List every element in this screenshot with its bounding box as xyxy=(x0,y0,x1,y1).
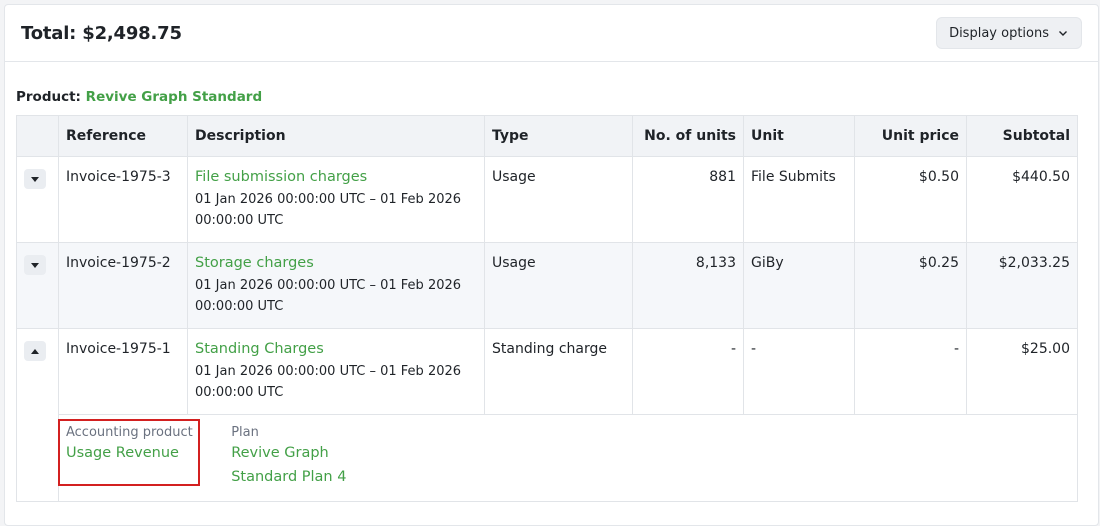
card-header: Total: $2,498.75 Display options xyxy=(5,5,1098,62)
unit-cell: GiBy xyxy=(743,242,855,329)
expand-row-button[interactable] xyxy=(24,169,46,189)
reference-cell: Invoice-1975-3 xyxy=(58,156,188,243)
unit-price-cell: - xyxy=(854,328,967,415)
unit-cell: - xyxy=(743,328,855,415)
units-cell: - xyxy=(632,328,744,415)
caret-down-icon xyxy=(31,262,39,268)
plan-label: Plan xyxy=(231,425,259,440)
billing-period: 01 Jan 2026 00:00:00 UTC – 01 Feb 2026 0… xyxy=(195,364,462,400)
unit-cell: File Submits xyxy=(743,156,855,243)
billing-period: 01 Jan 2026 00:00:00 UTC – 01 Feb 2026 0… xyxy=(195,278,462,314)
table-header-row: Reference Description Type No. of units … xyxy=(16,115,1078,157)
type-cell: Usage xyxy=(484,156,633,243)
chevron-down-icon xyxy=(1059,31,1067,36)
expand-row-button[interactable] xyxy=(24,255,46,275)
detail-spacer xyxy=(16,414,59,502)
subtotal-cell: $2,033.25 xyxy=(966,242,1078,329)
description-cell: Storage charges 01 Jan 2026 00:00:00 UTC… xyxy=(187,242,485,329)
subtotal-cell: $25.00 xyxy=(966,328,1078,415)
subtotal-cell: $440.50 xyxy=(966,156,1078,243)
col-units: No. of units xyxy=(632,115,744,157)
caret-up-icon xyxy=(31,348,39,354)
col-unit: Unit xyxy=(743,115,855,157)
col-description: Description xyxy=(187,115,485,157)
type-cell: Usage xyxy=(484,242,633,329)
description-link[interactable]: Standing Charges xyxy=(195,341,477,357)
col-unit-price: Unit price xyxy=(854,115,967,157)
product-name-link[interactable]: Revive Graph Standard xyxy=(86,89,262,105)
toggle-cell xyxy=(16,156,59,243)
display-options-button[interactable]: Display options xyxy=(936,17,1082,49)
table-row: Invoice-1975-1 Standing Charges 01 Jan 2… xyxy=(16,328,1078,415)
display-options-label: Display options xyxy=(949,25,1049,41)
highlight-box xyxy=(58,419,200,486)
description-link[interactable]: File submission charges xyxy=(195,169,477,185)
col-type: Type xyxy=(484,115,633,157)
table-row: Invoice-1975-3 File submission charges 0… xyxy=(16,156,1078,243)
unit-price-cell: $0.50 xyxy=(854,156,967,243)
toggle-cell xyxy=(16,328,59,415)
type-cell: Standing charge xyxy=(484,328,633,415)
table-row: Invoice-1975-2 Storage charges 01 Jan 20… xyxy=(16,242,1078,329)
col-toggle xyxy=(16,115,59,157)
product-label: Product: xyxy=(16,89,81,105)
description-link[interactable]: Storage charges xyxy=(195,255,477,271)
col-reference: Reference xyxy=(58,115,188,157)
detail-content: Accounting product Usage Revenue Plan Re… xyxy=(58,414,1078,502)
caret-down-icon xyxy=(31,176,39,182)
units-cell: 8,133 xyxy=(632,242,744,329)
total-amount: Total: $2,498.75 xyxy=(21,22,182,44)
units-cell: 881 xyxy=(632,156,744,243)
col-subtotal: Subtotal xyxy=(966,115,1078,157)
product-heading: Product: Revive Graph Standard xyxy=(16,89,262,105)
toggle-cell xyxy=(16,242,59,329)
reference-cell: Invoice-1975-2 xyxy=(58,242,188,329)
billing-period: 01 Jan 2026 00:00:00 UTC – 01 Feb 2026 0… xyxy=(195,192,462,228)
collapse-row-button[interactable] xyxy=(24,341,46,361)
description-cell: Standing Charges 01 Jan 2026 00:00:00 UT… xyxy=(187,328,485,415)
plan-block: Plan Revive Graph Standard Plan 4 xyxy=(231,425,346,489)
reference-cell: Invoice-1975-1 xyxy=(58,328,188,415)
description-cell: File submission charges 01 Jan 2026 00:0… xyxy=(187,156,485,243)
plan-link-line2: Standard Plan 4 xyxy=(231,469,347,485)
plan-link[interactable]: Revive Graph Standard Plan 4 xyxy=(231,441,346,489)
plan-link-line1: Revive Graph xyxy=(231,445,329,461)
unit-price-cell: $0.25 xyxy=(854,242,967,329)
